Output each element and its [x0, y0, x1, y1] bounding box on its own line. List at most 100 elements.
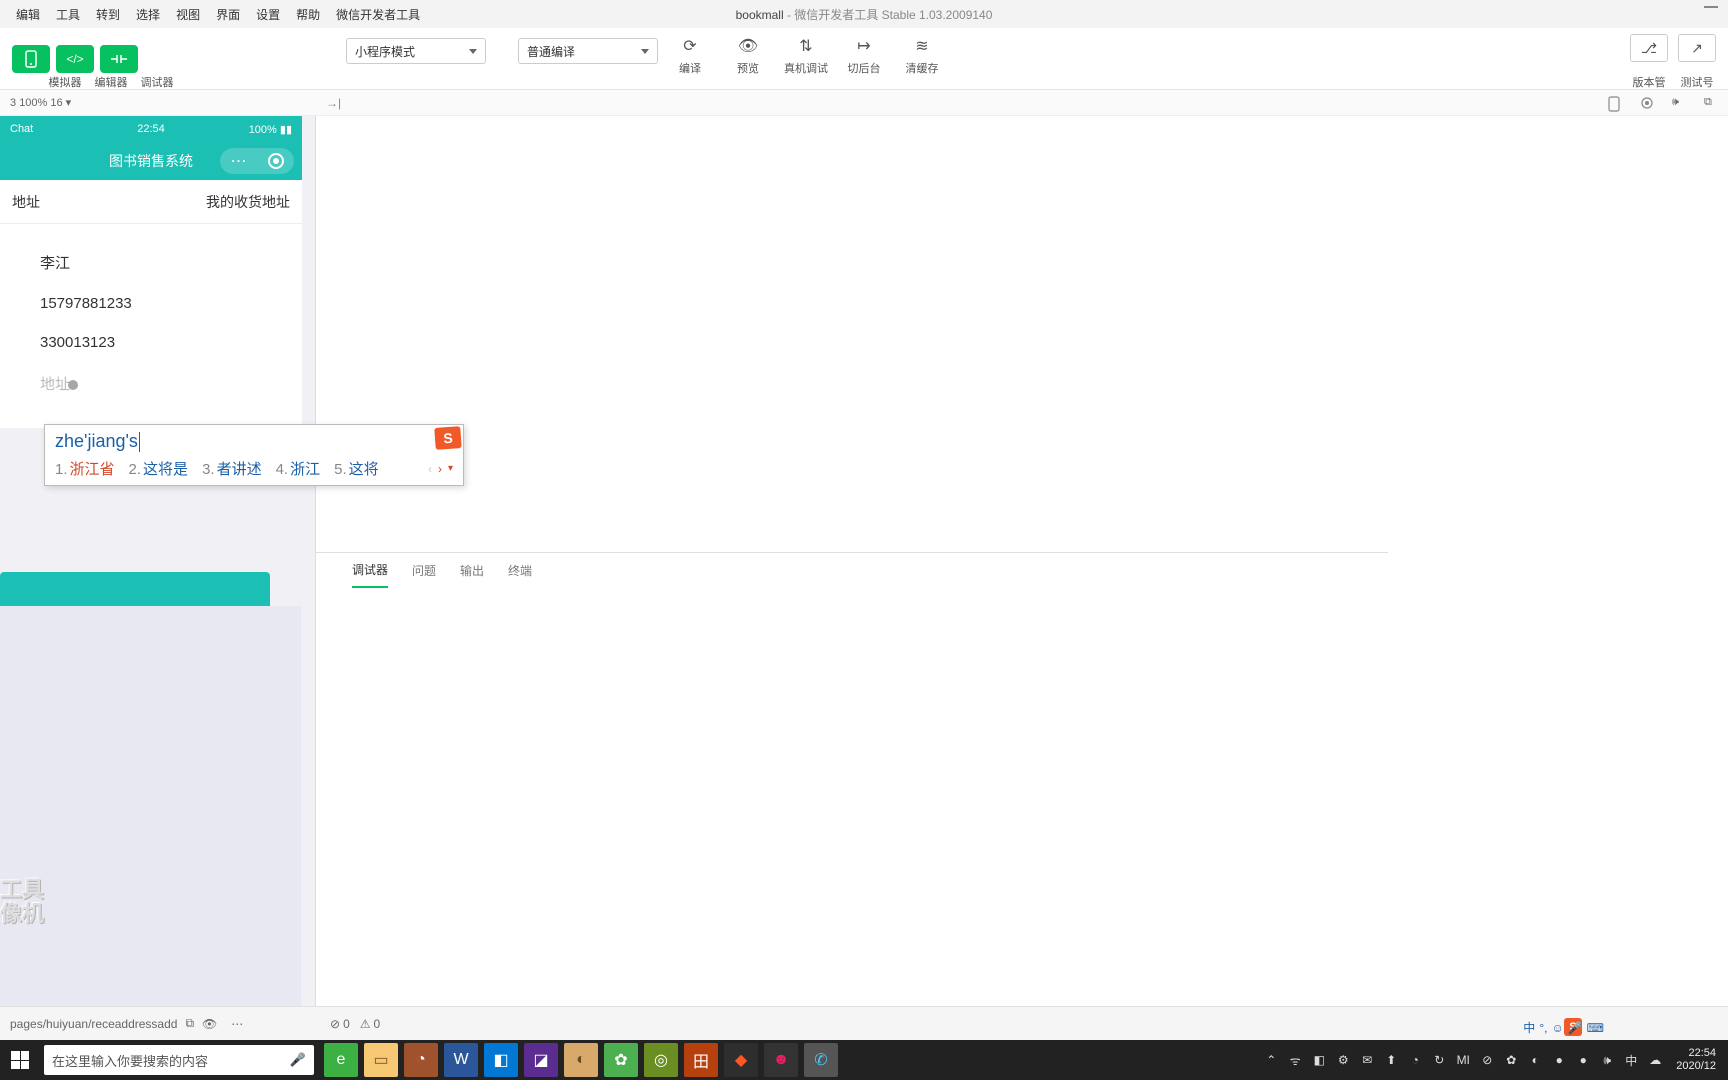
status-time: 22:54 [137, 123, 165, 135]
menu-wxdevtools[interactable]: 微信开发者工具 [328, 6, 428, 23]
eye-status-icon[interactable]: 👁 [202, 1017, 217, 1031]
tab-debugger[interactable]: 调试器 [352, 553, 388, 588]
ime-cand-1[interactable]: 1.浙江省 [55, 458, 115, 479]
menu-view[interactable]: 视图 [168, 6, 208, 23]
address-field[interactable]: 地址 [40, 373, 280, 394]
taskbar-app-7[interactable]: ✿ [604, 1043, 638, 1077]
view-mode-buttons: </> [12, 45, 138, 73]
taskbar-app-3[interactable]: W [444, 1043, 478, 1077]
editor-toggle[interactable]: </> [56, 45, 94, 73]
menu-edit[interactable]: 编辑 [8, 6, 48, 23]
phone-field[interactable]: 15797881233 [40, 295, 280, 312]
taskbar-apps: e▭◔W◧◪◐✿◎田◆☻✆ [324, 1043, 838, 1077]
tray-icon-16[interactable]: ☁ [1646, 1051, 1664, 1069]
preview-button[interactable]: 👁预览 [726, 34, 770, 76]
app-mode-select[interactable]: 小程序模式 [346, 38, 486, 64]
menu-help[interactable]: 帮助 [288, 6, 328, 23]
taskbar-app-2[interactable]: ◔ [404, 1043, 438, 1077]
tray-icon-5[interactable]: ⬆ [1382, 1051, 1400, 1069]
taskbar-app-6[interactable]: ◐ [564, 1043, 598, 1077]
tab-terminal[interactable]: 终端 [508, 554, 532, 587]
taskbar-app-8[interactable]: ◎ [644, 1043, 678, 1077]
record-icon[interactable] [1640, 96, 1654, 110]
popout-icon[interactable]: ⧉ [1704, 96, 1718, 110]
taskbar-app-10[interactable]: ◆ [724, 1043, 758, 1077]
compile-button[interactable]: ⟳编译 [668, 34, 712, 76]
tray-icon-0[interactable]: ⌃ [1262, 1051, 1280, 1069]
taskbar-search[interactable]: 在这里输入你要搜索的内容 🎤 [44, 1045, 314, 1075]
more-status-icon[interactable]: ⋯ [231, 1017, 243, 1031]
collapse-panel-icon[interactable]: →| [326, 96, 341, 110]
ime-candidate-window[interactable]: zhe'jiang's S 1.浙江省 2.这将是 3.者讲述 4.浙江 5.这… [44, 424, 464, 486]
tray-icon-2[interactable]: ◧ [1310, 1051, 1328, 1069]
ime-expand-icon[interactable]: ▾ [448, 463, 453, 474]
menu-bar: 编辑 工具 转到 选择 视图 界面 设置 帮助 微信开发者工具 bookmall… [0, 0, 1728, 28]
close-target-icon[interactable] [268, 153, 284, 169]
tab-problems[interactable]: 问题 [412, 554, 436, 587]
menu-interface[interactable]: 界面 [208, 6, 248, 23]
taskbar-app-1[interactable]: ▭ [364, 1043, 398, 1077]
problem-counts[interactable]: ⊘0 ⚠0 [330, 1017, 380, 1031]
ime-cand-5[interactable]: 5.这将 [334, 458, 379, 479]
zoom-info[interactable]: 3 100% 16 ▾ [10, 96, 71, 109]
ime-cand-4[interactable]: 4.浙江 [276, 458, 321, 479]
tray-icon-12[interactable]: ● [1550, 1051, 1568, 1069]
capsule-button[interactable]: ⋯ [220, 148, 294, 174]
menu-dots-icon[interactable]: ⋯ [231, 151, 247, 171]
tray-icon-11[interactable]: ◐ [1526, 1051, 1544, 1069]
tray-icon-10[interactable]: ✿ [1502, 1051, 1520, 1069]
ime-next-icon[interactable]: › [438, 462, 442, 476]
taskbar-app-11[interactable]: ☻ [764, 1043, 798, 1077]
simulator-toggle[interactable] [12, 45, 50, 73]
taskbar-app-12[interactable]: ✆ [804, 1043, 838, 1077]
menu-select[interactable]: 选择 [128, 6, 168, 23]
mute-icon[interactable]: 🕪 [1672, 96, 1686, 110]
tray-icon-4[interactable]: ✉ [1358, 1051, 1376, 1069]
test-account-button[interactable]: ↗ [1678, 34, 1716, 62]
simulator-subbar: 3 100% 16 ▾ 🕪 ⧉ →| [0, 90, 1728, 116]
debugger-toggle[interactable] [100, 45, 138, 73]
tray-icon-13[interactable]: ● [1574, 1051, 1592, 1069]
tray-icon-3[interactable]: ⚙ [1334, 1051, 1352, 1069]
remote-debug-button[interactable]: ⇅真机调试 [784, 34, 828, 76]
view-mode-labels: 模拟器 编辑器 调试器 [46, 74, 176, 90]
ime-lang-badge[interactable]: 中°,☺🎤⌨ [1523, 1019, 1604, 1036]
tab-my-address[interactable]: 我的收货地址 [206, 192, 290, 212]
copy-path-icon[interactable]: ⧉ [185, 1016, 194, 1031]
name-field[interactable]: 李江 [40, 252, 280, 273]
tray-icon-1[interactable]: ᯤ [1286, 1051, 1304, 1069]
tray-icon-15[interactable]: 中 [1622, 1051, 1640, 1069]
tray-clock[interactable]: 22:542020/12 [1670, 1047, 1722, 1073]
taskbar-app-9[interactable]: 田 [684, 1043, 718, 1077]
current-page-path[interactable]: pages/huiyuan/receaddressadd [10, 1017, 177, 1031]
ime-cand-2[interactable]: 2.这将是 [129, 458, 189, 479]
tray-icon-6[interactable]: ◔ [1406, 1051, 1424, 1069]
bottom-panel-tabs: 调试器 问题 输出 终端 [316, 552, 1388, 588]
menu-goto[interactable]: 转到 [88, 6, 128, 23]
chevron-down-icon [469, 49, 477, 54]
device-icon[interactable] [1608, 96, 1622, 110]
submit-button[interactable] [0, 572, 270, 610]
tray-icon-8[interactable]: MI [1454, 1051, 1472, 1069]
clear-cache-button[interactable]: ≋清缓存 [900, 34, 944, 76]
menu-tools[interactable]: 工具 [48, 6, 88, 23]
tab-output[interactable]: 输出 [460, 554, 484, 587]
zip-field[interactable]: 330013123 [40, 334, 280, 351]
tray-icon-14[interactable]: 🕪 [1598, 1051, 1616, 1069]
tray-icon-9[interactable]: ⊘ [1478, 1051, 1496, 1069]
start-button[interactable] [0, 1040, 40, 1080]
version-control-button[interactable]: ⎇ [1630, 34, 1668, 62]
compile-mode-select[interactable]: 普通编译 [518, 38, 658, 64]
mic-icon[interactable]: 🎤 [290, 1052, 306, 1068]
taskbar-app-0[interactable]: e [324, 1043, 358, 1077]
ime-prev-icon[interactable]: ‹ [428, 462, 432, 476]
tab-address[interactable]: 地址 [12, 192, 40, 212]
minimize-icon[interactable] [1704, 6, 1718, 8]
taskbar-app-4[interactable]: ◧ [484, 1043, 518, 1077]
menu-settings[interactable]: 设置 [248, 6, 288, 23]
background-button[interactable]: ↦切后台 [842, 34, 886, 76]
ime-cand-3[interactable]: 3.者讲述 [202, 458, 262, 479]
tray-icon-7[interactable]: ↻ [1430, 1051, 1448, 1069]
taskbar-app-5[interactable]: ◪ [524, 1043, 558, 1077]
cursor-icon [68, 380, 78, 390]
